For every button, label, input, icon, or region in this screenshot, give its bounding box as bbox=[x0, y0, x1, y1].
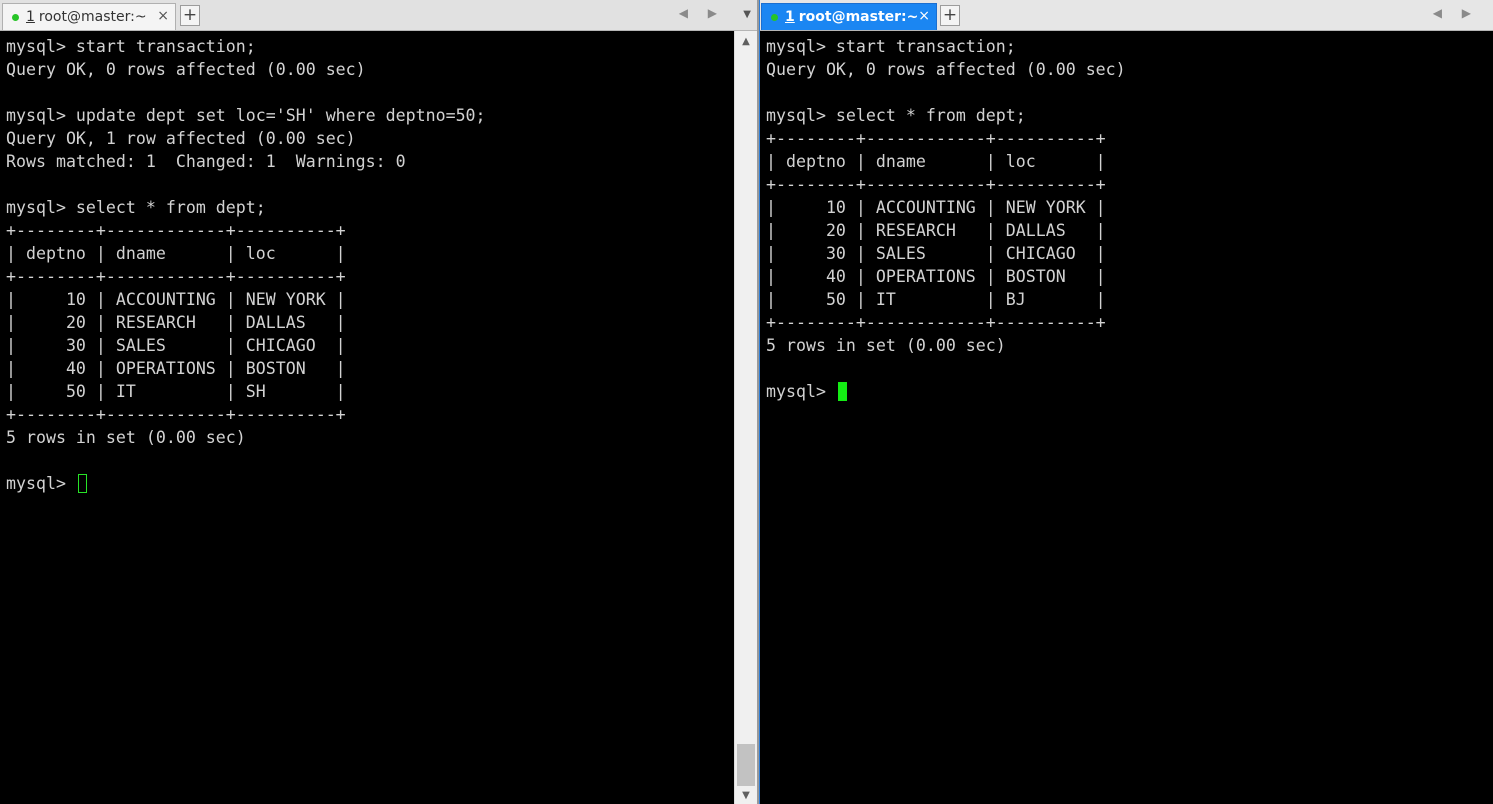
left-terminal-output[interactable]: mysql> start transaction; Query OK, 0 ro… bbox=[0, 31, 734, 804]
session-status-icon bbox=[12, 13, 19, 21]
terminal-line: | 20 | RESEARCH | DALLAS | bbox=[6, 313, 346, 332]
terminal-text: mysql> start transaction; Query OK, 0 ro… bbox=[766, 35, 1493, 380]
add-tab-button[interactable]: + bbox=[180, 5, 200, 26]
terminal-line: Query OK, 1 row affected (0.00 sec) bbox=[6, 129, 356, 148]
terminal-line: | 10 | ACCOUNTING | NEW YORK | bbox=[766, 198, 1106, 217]
terminal-line: | 10 | ACCOUNTING | NEW YORK | bbox=[6, 290, 346, 309]
right-terminal-pane[interactable]: 1 root@master:~ × + ◀ ▶ mysql> start tra… bbox=[759, 0, 1493, 804]
left-tab-bar: 1 root@master:~ × + ◀ ▶ ▼ bbox=[0, 0, 757, 31]
terminal-line: | 30 | SALES | CHICAGO | bbox=[766, 244, 1106, 263]
terminal-text: mysql> start transaction; Query OK, 0 ro… bbox=[6, 35, 734, 472]
terminal-line: | 40 | OPERATIONS | BOSTON | bbox=[766, 267, 1106, 286]
tab-scroll-arrows-icon[interactable]: ◀ ▶ bbox=[1433, 6, 1479, 20]
scroll-down-arrow-icon[interactable]: ▼ bbox=[735, 787, 757, 804]
terminal-line: +--------+------------+----------+ bbox=[6, 267, 346, 286]
left-session-tab[interactable]: 1 root@master:~ × bbox=[2, 3, 176, 30]
tab-list-menu-icon[interactable]: ▼ bbox=[743, 9, 751, 20]
close-icon[interactable]: × bbox=[918, 8, 930, 24]
terminal-line: | 40 | OPERATIONS | BOSTON | bbox=[6, 359, 346, 378]
terminal-prompt-line[interactable]: mysql> bbox=[766, 380, 1493, 403]
prompt-text: mysql> bbox=[766, 382, 836, 401]
terminal-line: +--------+------------+----------+ bbox=[766, 175, 1106, 194]
add-tab-button[interactable]: + bbox=[940, 5, 960, 26]
terminal-line: 5 rows in set (0.00 sec) bbox=[6, 428, 246, 447]
terminal-prompt-line[interactable]: mysql> bbox=[6, 472, 734, 495]
terminal-line: | 20 | RESEARCH | DALLAS | bbox=[766, 221, 1106, 240]
left-terminal-pane[interactable]: 1 root@master:~ × + ◀ ▶ ▼ mysql> start t… bbox=[0, 0, 757, 804]
text-cursor bbox=[837, 382, 847, 401]
terminal-line: +--------+------------+----------+ bbox=[766, 313, 1106, 332]
close-icon[interactable]: × bbox=[157, 8, 169, 24]
terminal-line: mysql> select * from dept; bbox=[6, 198, 266, 217]
scroll-up-arrow-icon[interactable]: ▲ bbox=[735, 33, 757, 50]
right-tab-bar: 1 root@master:~ × + ◀ ▶ bbox=[760, 0, 1493, 31]
terminal-line: | 50 | IT | BJ | bbox=[766, 290, 1106, 309]
terminal-line: +--------+------------+----------+ bbox=[766, 129, 1106, 148]
terminal-line: | deptno | dname | loc | bbox=[6, 244, 346, 263]
text-cursor bbox=[77, 474, 87, 493]
terminal-line: Rows matched: 1 Changed: 1 Warnings: 0 bbox=[6, 152, 406, 171]
session-status-icon bbox=[771, 13, 778, 21]
terminal-line: | deptno | dname | loc | bbox=[766, 152, 1106, 171]
terminal-line: +--------+------------+----------+ bbox=[6, 405, 346, 424]
terminal-line: mysql> start transaction; bbox=[6, 37, 256, 56]
tab-number: 1 bbox=[785, 9, 795, 25]
terminal-line: Query OK, 0 rows affected (0.00 sec) bbox=[6, 60, 366, 79]
tab-number: 1 bbox=[26, 9, 35, 25]
scrollbar-thumb[interactable] bbox=[737, 744, 755, 786]
terminal-line: | 50 | IT | SH | bbox=[6, 382, 346, 401]
terminal-line: 5 rows in set (0.00 sec) bbox=[766, 336, 1006, 355]
tab-title: root@master:~ bbox=[38, 9, 147, 25]
terminal-line: | 30 | SALES | CHICAGO | bbox=[6, 336, 346, 355]
prompt-text: mysql> bbox=[6, 474, 76, 493]
tab-title: root@master:~ bbox=[798, 9, 919, 25]
terminal-line: +--------+------------+----------+ bbox=[6, 221, 346, 240]
right-session-tab[interactable]: 1 root@master:~ × bbox=[761, 3, 937, 30]
terminal-line: Query OK, 0 rows affected (0.00 sec) bbox=[766, 60, 1126, 79]
terminal-line: mysql> select * from dept; bbox=[766, 106, 1026, 125]
tab-scroll-arrows-icon[interactable]: ◀ ▶ bbox=[679, 6, 725, 20]
terminal-line: mysql> update dept set loc='SH' where de… bbox=[6, 106, 486, 125]
right-terminal-output[interactable]: mysql> start transaction; Query OK, 0 ro… bbox=[760, 31, 1493, 804]
terminal-line: mysql> start transaction; bbox=[766, 37, 1016, 56]
left-vertical-scrollbar[interactable]: ▲ ▼ bbox=[734, 31, 757, 804]
